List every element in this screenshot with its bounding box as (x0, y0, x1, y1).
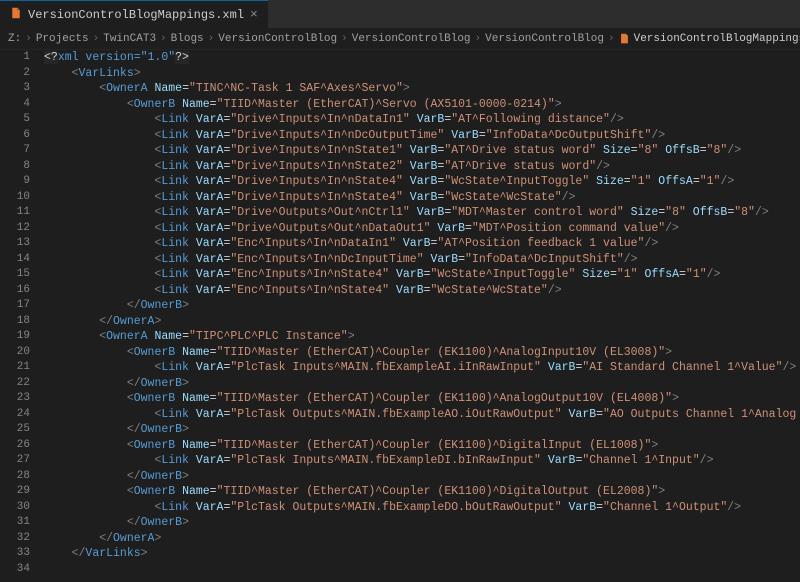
code-line[interactable]: </OwnerA> (44, 314, 800, 330)
line-number: 14 (0, 252, 30, 268)
code-line[interactable]: <Link VarA="Enc^Inputs^In^nState4" VarB=… (44, 267, 800, 283)
line-number: 31 (0, 515, 30, 531)
close-icon[interactable]: × (250, 7, 258, 22)
line-number: 26 (0, 438, 30, 454)
line-number: 17 (0, 298, 30, 314)
line-number: 12 (0, 221, 30, 237)
breadcrumb-segment[interactable]: TwinCAT3 (103, 33, 156, 45)
breadcrumb-segment[interactable]: VersionControlBlog (218, 33, 337, 45)
line-number: 28 (0, 469, 30, 485)
code-line[interactable]: <OwnerB Name="TIID^Master (EtherCAT)^Cou… (44, 484, 800, 500)
line-number: 29 (0, 484, 30, 500)
line-number: 19 (0, 329, 30, 345)
breadcrumb-segment[interactable]: VersionControlBlogMappings.xml (619, 33, 800, 45)
code-line[interactable]: <Link VarA="Drive^Inputs^In^nState1" Var… (44, 143, 800, 159)
code-line[interactable]: </OwnerB> (44, 298, 800, 314)
line-number: 24 (0, 407, 30, 423)
breadcrumb-segment[interactable]: Z: (8, 33, 21, 45)
line-number: 30 (0, 500, 30, 516)
code-line[interactable]: </OwnerB> (44, 469, 800, 485)
line-number: 9 (0, 174, 30, 190)
line-number: 16 (0, 283, 30, 299)
line-number: 4 (0, 97, 30, 113)
line-number: 27 (0, 453, 30, 469)
chevron-right-icon: › (93, 33, 100, 45)
line-number: 34 (0, 562, 30, 578)
code-line[interactable]: <Link VarA="Enc^Inputs^In^nDcInputTime" … (44, 252, 800, 268)
code-line[interactable]: <Link VarA="PlcTask Outputs^MAIN.fbExamp… (44, 407, 800, 423)
line-number: 3 (0, 81, 30, 97)
breadcrumb-segment[interactable]: VersionControlBlog (485, 33, 604, 45)
line-number: 22 (0, 376, 30, 392)
code-line[interactable]: <OwnerA Name="TINC^NC-Task 1 SAF^Axes^Se… (44, 81, 800, 97)
code-line[interactable]: <Link VarA="Drive^Inputs^In^nState2" Var… (44, 159, 800, 175)
code-line[interactable]: <OwnerB Name="TIID^Master (EtherCAT)^Cou… (44, 391, 800, 407)
code-line[interactable]: <Link VarA="Drive^Inputs^In^nDataIn1" Va… (44, 112, 800, 128)
code-line[interactable]: <Link VarA="Drive^Inputs^In^nState4" Var… (44, 190, 800, 206)
code-line[interactable]: </OwnerB> (44, 376, 800, 392)
breadcrumb-segment[interactable]: Projects (36, 33, 89, 45)
breadcrumb[interactable]: Z:›Projects›TwinCAT3›Blogs›VersionContro… (0, 28, 800, 50)
code-line[interactable]: <Link VarA="Enc^Inputs^In^nDataIn1" VarB… (44, 236, 800, 252)
line-number: 13 (0, 236, 30, 252)
code-line[interactable] (44, 562, 800, 578)
code-line[interactable]: <Link VarA="PlcTask Inputs^MAIN.fbExampl… (44, 360, 800, 376)
chevron-right-icon: › (341, 33, 348, 45)
xml-file-icon (10, 7, 22, 23)
breadcrumb-segment[interactable]: VersionControlBlog (352, 33, 471, 45)
line-number: 1 (0, 50, 30, 66)
code-line[interactable]: <Link VarA="Drive^Inputs^In^nDcOutputTim… (44, 128, 800, 144)
code-line[interactable]: <OwnerB Name="TIID^Master (EtherCAT)^Cou… (44, 438, 800, 454)
code-line[interactable]: <Link VarA="PlcTask Outputs^MAIN.fbExamp… (44, 500, 800, 516)
line-number: 25 (0, 422, 30, 438)
chevron-right-icon: › (475, 33, 482, 45)
line-number: 23 (0, 391, 30, 407)
code-line[interactable]: <Link VarA="Drive^Outputs^Out^nCtrl1" Va… (44, 205, 800, 221)
tab-bar: VersionControlBlogMappings.xml × (0, 0, 800, 28)
chevron-right-icon: › (25, 33, 32, 45)
code-line[interactable]: <Link VarA="Enc^Inputs^In^nState4" VarB=… (44, 283, 800, 299)
code-line[interactable]: <OwnerB Name="TIID^Master (EtherCAT)^Ser… (44, 97, 800, 113)
line-number: 11 (0, 205, 30, 221)
line-number: 5 (0, 112, 30, 128)
line-number: 8 (0, 159, 30, 175)
line-number: 6 (0, 128, 30, 144)
code-line[interactable]: <Link VarA="Drive^Inputs^In^nState4" Var… (44, 174, 800, 190)
chevron-right-icon: › (160, 33, 167, 45)
breadcrumb-segment[interactable]: Blogs (171, 33, 204, 45)
code-line[interactable]: <Link VarA="PlcTask Inputs^MAIN.fbExampl… (44, 453, 800, 469)
chevron-right-icon: › (608, 33, 615, 45)
editor[interactable]: 1234567891011121314151617181920212223242… (0, 50, 800, 582)
line-number: 15 (0, 267, 30, 283)
code-line[interactable]: <VarLinks> (44, 66, 800, 82)
line-number: 2 (0, 66, 30, 82)
line-number: 10 (0, 190, 30, 206)
line-number: 7 (0, 143, 30, 159)
line-number: 32 (0, 531, 30, 547)
chevron-right-icon: › (208, 33, 215, 45)
tab-label: VersionControlBlogMappings.xml (28, 8, 244, 22)
code-area[interactable]: <?xml version="1.0"?> <VarLinks> <OwnerA… (40, 50, 800, 582)
code-line[interactable]: <OwnerA Name="TIPC^PLC^PLC Instance"> (44, 329, 800, 345)
code-line[interactable]: <OwnerB Name="TIID^Master (EtherCAT)^Cou… (44, 345, 800, 361)
line-number: 33 (0, 546, 30, 562)
code-line[interactable]: </OwnerA> (44, 531, 800, 547)
line-number: 20 (0, 345, 30, 361)
line-number-gutter: 1234567891011121314151617181920212223242… (0, 50, 40, 582)
code-line[interactable]: <Link VarA="Drive^Outputs^Out^nDataOut1"… (44, 221, 800, 237)
code-line[interactable]: </OwnerB> (44, 515, 800, 531)
line-number: 21 (0, 360, 30, 376)
line-number: 18 (0, 314, 30, 330)
code-line[interactable]: </OwnerB> (44, 422, 800, 438)
code-line[interactable]: <?xml version="1.0"?> (44, 50, 800, 66)
tab-active[interactable]: VersionControlBlogMappings.xml × (0, 0, 268, 28)
code-line[interactable]: </VarLinks> (44, 546, 800, 562)
